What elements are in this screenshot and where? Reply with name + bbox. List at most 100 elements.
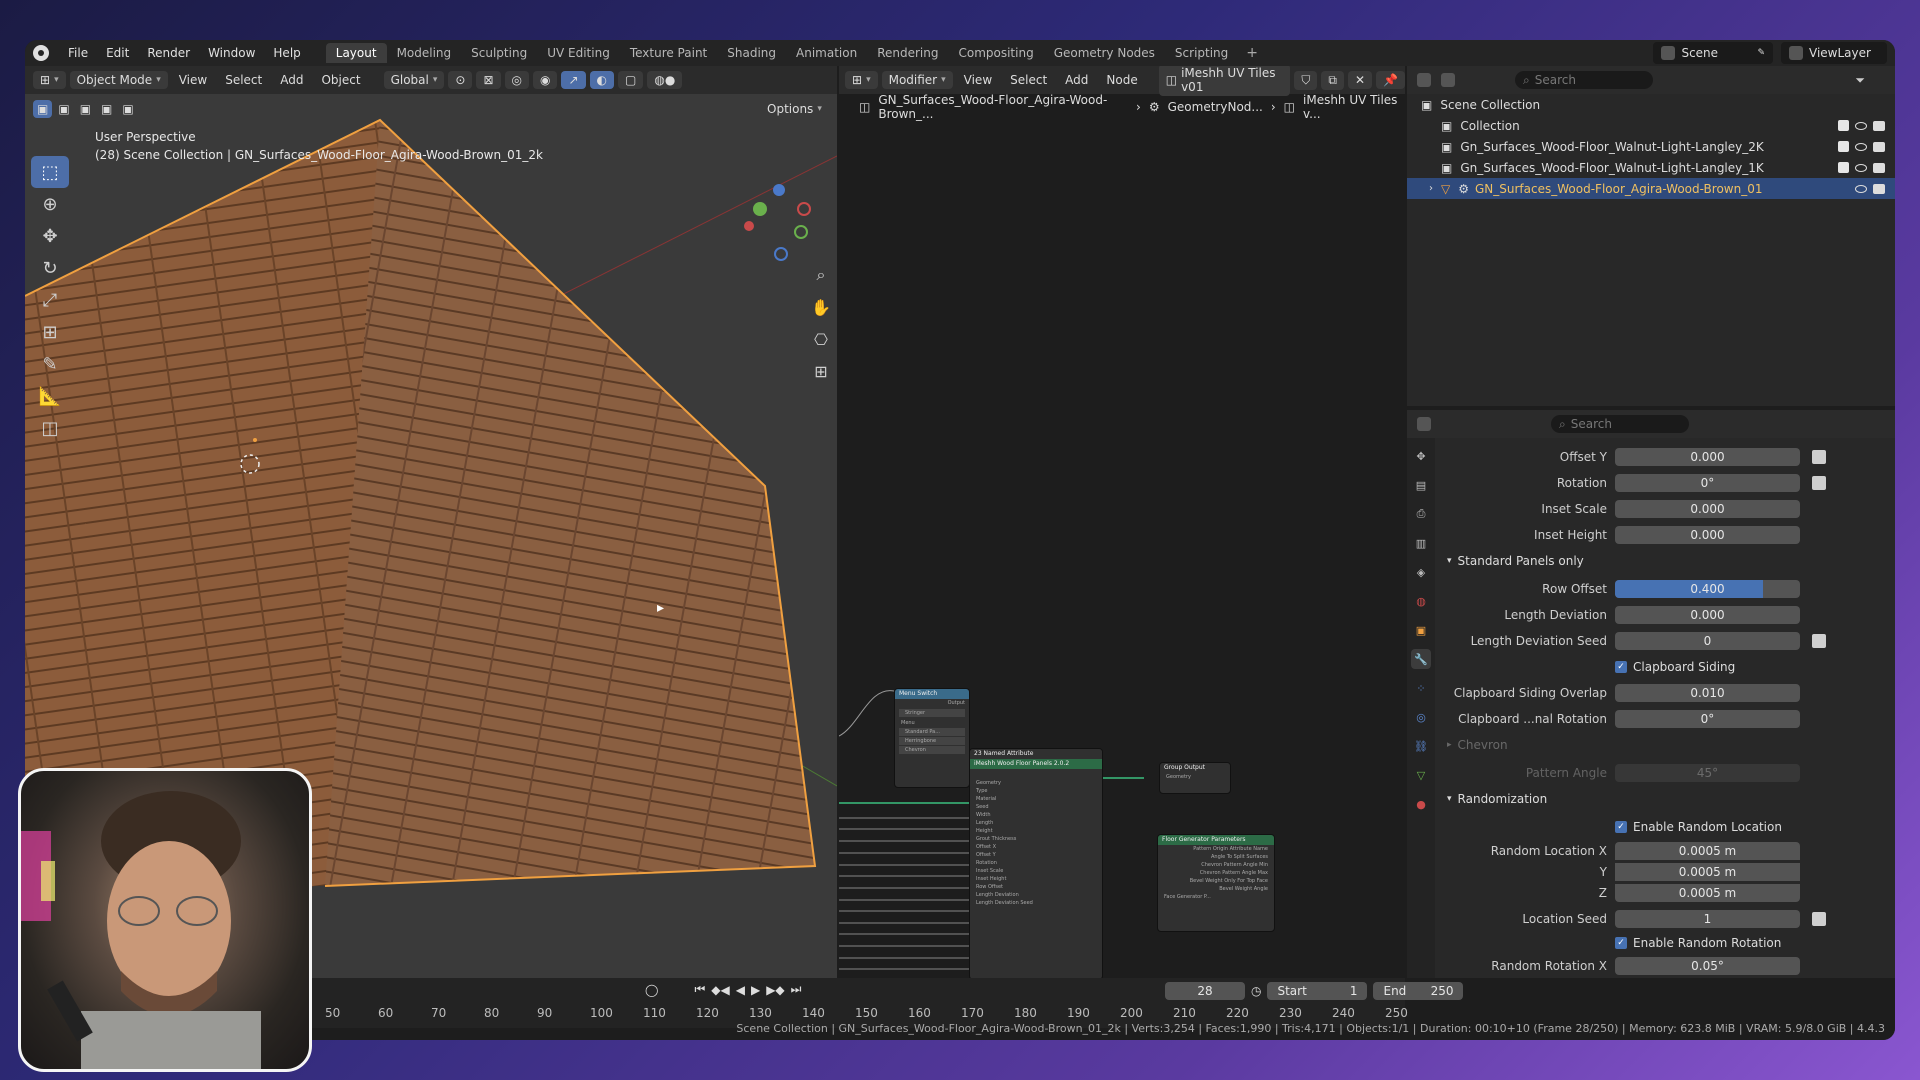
- rotate-tool-icon[interactable]: ↻: [31, 252, 69, 284]
- outliner-item[interactable]: ▣ Gn_Surfaces_Wood-Floor_Walnut-Light-La…: [1407, 136, 1895, 157]
- editor-type-button[interactable]: ⊞ ▾: [33, 71, 66, 89]
- keyframe-icon[interactable]: [1812, 450, 1826, 464]
- outliner-item[interactable]: ▣ Gn_Surfaces_Wood-Floor_Walnut-Light-La…: [1407, 157, 1895, 178]
- scene-tab-icon[interactable]: ◈: [1411, 562, 1431, 582]
- menu-select[interactable]: Select: [218, 71, 269, 89]
- zoom-icon[interactable]: ⌕: [808, 262, 834, 288]
- camera-view-icon[interactable]: ⎔: [808, 326, 834, 352]
- location-seed-field[interactable]: 1: [1615, 910, 1800, 928]
- random-rotation-x-field[interactable]: 0.05°: [1615, 957, 1800, 975]
- jump-start-icon[interactable]: ⏮: [694, 982, 705, 997]
- tool-tab-icon[interactable]: ✥: [1411, 446, 1431, 466]
- particles-tab-icon[interactable]: ⁘: [1411, 678, 1431, 698]
- select-box-tool-icon[interactable]: ⬚: [31, 156, 69, 188]
- object-mode-dropdown[interactable]: Object Mode ▾: [69, 71, 168, 89]
- outliner-editor-icon[interactable]: [1417, 73, 1431, 87]
- offset-y-field[interactable]: 0.000: [1615, 448, 1800, 466]
- tab-animation[interactable]: Animation: [786, 43, 867, 63]
- data-tab-icon[interactable]: ▽: [1411, 765, 1431, 785]
- record-icon[interactable]: ◯: [645, 983, 658, 997]
- random-location-x-field[interactable]: 0.0005 m: [1615, 842, 1800, 860]
- pan-hand-icon[interactable]: ✋: [808, 294, 834, 320]
- outliner-search-input[interactable]: ⌕ Search: [1515, 71, 1653, 89]
- checkbox-icon[interactable]: [1838, 120, 1849, 131]
- display-mode-icon[interactable]: [1441, 73, 1455, 87]
- enable-random-location-checkbox[interactable]: ✓ Enable Random Location: [1615, 820, 1782, 834]
- gizmo-neg-y-icon[interactable]: [794, 225, 808, 239]
- gizmo-y-icon[interactable]: [753, 202, 767, 216]
- section-chevron[interactable]: ▸ Chevron: [1447, 734, 1508, 756]
- gizmo-neg-x-icon[interactable]: [797, 202, 811, 216]
- tab-uv-editing[interactable]: UV Editing: [537, 43, 620, 63]
- transform-orientation-dropdown[interactable]: Global ▾: [383, 71, 445, 89]
- outliner-item[interactable]: ▣ Collection: [1407, 115, 1895, 136]
- select-intersect-icon[interactable]: ▣: [118, 100, 138, 118]
- view-layer-tab-icon[interactable]: ▥: [1411, 533, 1431, 553]
- visibility-icon[interactable]: ◉: [532, 71, 558, 89]
- rotation-field[interactable]: 0°: [1615, 474, 1800, 492]
- enable-random-rotation-checkbox[interactable]: ✓ Enable Random Rotation: [1615, 936, 1781, 950]
- pin-icon[interactable]: ✎: [1757, 48, 1765, 58]
- tab-shading[interactable]: Shading: [717, 43, 786, 63]
- blender-logo-icon[interactable]: [33, 45, 49, 61]
- add-workspace-button[interactable]: +: [1238, 45, 1266, 61]
- menu-window[interactable]: Window: [199, 46, 264, 60]
- clapboard-siding-checkbox[interactable]: ✓ Clapboard Siding: [1615, 660, 1735, 674]
- shading-modes-icon[interactable]: ◍●: [647, 71, 683, 89]
- gizmo-x-icon[interactable]: [744, 221, 754, 231]
- properties-search-input[interactable]: ⌕ Search: [1551, 415, 1689, 433]
- next-keyframe-icon[interactable]: ▶◆: [766, 983, 784, 997]
- keyframe-icon[interactable]: [1812, 634, 1826, 648]
- tab-modeling[interactable]: Modeling: [387, 43, 462, 63]
- named-attribute-node[interactable]: 23 Named Attribute iMeshh Wood Floor Pan…: [969, 748, 1103, 978]
- tab-compositing[interactable]: Compositing: [948, 43, 1043, 63]
- menu-switch-node[interactable]: Menu Switch Output Stringer Menu Standar…: [894, 688, 970, 788]
- eye-icon[interactable]: [1855, 121, 1867, 130]
- overlays-icon[interactable]: ◐: [589, 71, 615, 89]
- constraints-tab-icon[interactable]: ⛓: [1411, 736, 1431, 756]
- add-cube-tool-icon[interactable]: ◫: [31, 412, 69, 444]
- row-offset-slider[interactable]: 0.400: [1615, 580, 1800, 598]
- section-randomization[interactable]: ▾ Randomization: [1447, 788, 1547, 810]
- scale-tool-icon[interactable]: ⤢: [31, 284, 69, 316]
- tab-texture-paint[interactable]: Texture Paint: [620, 43, 717, 63]
- menu-help[interactable]: Help: [264, 46, 309, 60]
- object-tab-icon[interactable]: ▣: [1411, 620, 1431, 640]
- material-tab-icon[interactable]: ●: [1411, 794, 1431, 814]
- xray-icon[interactable]: ▢: [618, 71, 644, 89]
- tab-layout[interactable]: Layout: [325, 43, 387, 63]
- group-output-node[interactable]: Group Output Geometry: [1159, 762, 1231, 794]
- random-location-y-field[interactable]: 0.0005 m: [1615, 863, 1800, 881]
- viewlayer-selector[interactable]: ViewLayer: [1781, 42, 1887, 64]
- select-subtract-icon[interactable]: ▣: [75, 100, 96, 118]
- checkbox-icon[interactable]: [1838, 141, 1849, 152]
- scene-selector[interactable]: Scene ✎: [1653, 42, 1773, 64]
- jump-end-icon[interactable]: ⏭: [791, 982, 802, 997]
- chevron-right-icon[interactable]: ›: [1429, 183, 1433, 194]
- select-new-icon[interactable]: ▣: [33, 100, 53, 118]
- camera-icon[interactable]: [1873, 141, 1885, 152]
- properties-editor-icon[interactable]: [1417, 417, 1431, 431]
- checkbox-icon[interactable]: [1838, 162, 1849, 173]
- ortho-grid-icon[interactable]: ⊞: [808, 358, 834, 384]
- gizmo-neg-z-icon[interactable]: [774, 247, 788, 261]
- transform-tool-icon[interactable]: ⊞: [31, 316, 69, 348]
- camera-icon[interactable]: [1873, 183, 1885, 194]
- world-tab-icon[interactable]: ◍: [1411, 591, 1431, 611]
- snap-icon[interactable]: ⊠: [476, 71, 501, 89]
- outliner-item-selected[interactable]: › ▽ ⚙ GN_Surfaces_Wood-Floor_Agira-Wood-…: [1407, 178, 1895, 199]
- cursor-tool-icon[interactable]: ⊕: [31, 188, 69, 220]
- physics-tab-icon[interactable]: ◎: [1411, 707, 1431, 727]
- start-frame-field[interactable]: Start 1: [1267, 982, 1368, 1000]
- proportional-edit-icon[interactable]: ◎: [504, 71, 529, 89]
- inset-scale-field[interactable]: 0.000: [1615, 500, 1800, 518]
- modifier-tab-icon[interactable]: 🔧: [1411, 649, 1431, 669]
- eye-icon[interactable]: [1855, 184, 1867, 193]
- gizmo-z-icon[interactable]: [773, 184, 785, 196]
- menu-add[interactable]: Add: [273, 71, 310, 89]
- random-location-z-field[interactable]: 0.0005 m: [1615, 884, 1800, 902]
- gizmo-toggle-icon[interactable]: ↗: [561, 71, 586, 89]
- menu-edit[interactable]: Edit: [97, 46, 138, 60]
- outliner-root[interactable]: ▣ Scene Collection: [1407, 94, 1895, 115]
- camera-icon[interactable]: [1873, 162, 1885, 173]
